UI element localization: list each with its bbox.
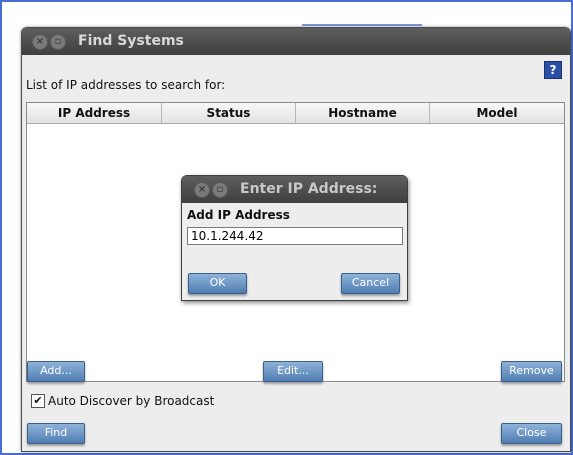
- cancel-button[interactable]: Cancel: [341, 273, 400, 294]
- column-header-model[interactable]: Model: [430, 103, 564, 123]
- column-header-hostname[interactable]: Hostname: [296, 103, 430, 123]
- dialog-title: Enter IP Address:: [240, 181, 378, 197]
- close-icon[interactable]: ×: [194, 182, 210, 198]
- top-strip-tab: [302, 24, 422, 26]
- list-label: List of IP addresses to search for:: [26, 78, 226, 92]
- help-icon[interactable]: ?: [544, 61, 562, 79]
- dialog-heading: Add IP Address: [187, 208, 290, 222]
- edit-button[interactable]: Edit...: [263, 361, 323, 382]
- minimize-icon[interactable]: ▫: [50, 34, 66, 50]
- window-title: Find Systems: [78, 33, 184, 49]
- find-button[interactable]: Find: [27, 423, 85, 444]
- ip-address-input[interactable]: [187, 227, 403, 245]
- minimize-icon[interactable]: ▫: [212, 182, 228, 198]
- table-header: IP Address Status Hostname Model: [27, 103, 564, 124]
- close-button[interactable]: Close: [501, 423, 562, 444]
- add-button[interactable]: Add...: [27, 361, 85, 382]
- window-titlebar[interactable]: × ▫ Find Systems: [22, 28, 570, 55]
- column-header-ip[interactable]: IP Address: [27, 103, 162, 123]
- column-header-status[interactable]: Status: [162, 103, 296, 123]
- close-icon[interactable]: ×: [32, 34, 48, 50]
- enter-ip-dialog: × ▫ Enter IP Address: Add IP Address OK …: [181, 175, 408, 301]
- auto-discover-checkbox[interactable]: ✔: [31, 394, 45, 408]
- remove-button[interactable]: Remove: [501, 361, 562, 382]
- ok-button[interactable]: OK: [188, 273, 247, 294]
- auto-discover-label[interactable]: Auto Discover by Broadcast: [48, 394, 214, 408]
- dialog-titlebar[interactable]: × ▫ Enter IP Address:: [182, 176, 407, 203]
- top-strip: [2, 2, 571, 26]
